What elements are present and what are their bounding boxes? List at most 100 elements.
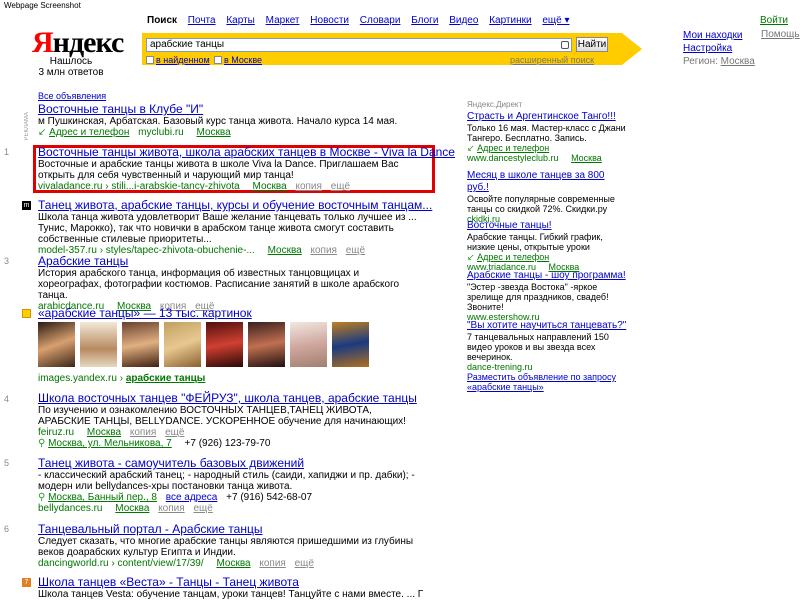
ad-label: РЕКЛАМА bbox=[24, 112, 30, 141]
arrow-icon: ↙ bbox=[38, 127, 47, 138]
result-snippet: Школа танца живота удовлетворит Ваше жел… bbox=[38, 212, 417, 245]
tab-dictionaries[interactable]: Словари bbox=[360, 15, 401, 26]
help-link[interactable]: Помощь bbox=[761, 29, 800, 40]
thumbnail-5[interactable] bbox=[206, 322, 243, 367]
direct-label: Яндекс.Директ bbox=[467, 100, 523, 109]
right-ad-4: Арабские танцы - шоу программа! "Эстер -… bbox=[467, 270, 627, 322]
result-3: Арабские танцы История арабского танца, … bbox=[38, 254, 423, 312]
result-snippet: Восточные и арабские танцы живота в школ… bbox=[38, 159, 399, 181]
my-finds-link[interactable]: Мои находки bbox=[683, 29, 755, 42]
find-button[interactable]: Найти bbox=[576, 37, 608, 52]
results-count: Нашлось 3 млн ответов bbox=[38, 56, 104, 78]
result-snippet: По изучению и ознакомлению ВОСТОЧНЫХ ТАН… bbox=[38, 405, 406, 427]
ad-url-line: ↙ Адрес и телефон myclubi.ru Москва bbox=[38, 127, 231, 138]
ad-text: Арабские танцы. Гибкий график, низкие це… bbox=[467, 232, 603, 252]
result-url-line: vivaladance.ru › stili...i-arabskie-tanc… bbox=[38, 181, 351, 192]
keyboard-icon[interactable] bbox=[561, 41, 569, 49]
map-pin-icon: ⚲ bbox=[38, 492, 46, 503]
result-url-line: feiruz.ru Москва копия ещё bbox=[38, 427, 185, 438]
checkbox-in-found[interactable]: в найденном bbox=[146, 55, 210, 65]
ad-title[interactable]: "Вы хотите научиться танцевать?" bbox=[467, 320, 627, 332]
result-title[interactable]: Арабские танцы bbox=[38, 254, 423, 268]
result-title[interactable]: Школа восточных танцев "ФЕЙРУЗ", школа т… bbox=[38, 391, 423, 405]
ad-title[interactable]: Восточные танцы! bbox=[467, 220, 627, 232]
result-snippet: История арабского танца, информация об и… bbox=[38, 268, 400, 301]
tab-video[interactable]: Видео bbox=[449, 15, 478, 26]
ad-text: Только 16 мая. Мастер-класс с Джани Танг… bbox=[467, 123, 626, 143]
thumbnail-3[interactable] bbox=[122, 322, 159, 367]
yandex-logo[interactable]: Яндекс bbox=[32, 26, 124, 60]
images-favicon bbox=[22, 309, 31, 318]
ad-text: Освойте популярные современные танцы со … bbox=[467, 194, 615, 214]
user-links: Мои находки Настройка Регион: Москва bbox=[683, 29, 755, 68]
image-thumbnails bbox=[38, 322, 369, 367]
all-ads-link[interactable]: Все объявления bbox=[38, 91, 106, 101]
result-url-line: bellydances.ru Москва копия ещё bbox=[38, 503, 213, 514]
tab-market[interactable]: Маркет bbox=[266, 15, 300, 26]
login-link[interactable]: Войти bbox=[760, 15, 788, 26]
tab-search[interactable]: Поиск bbox=[147, 15, 177, 26]
settings-link[interactable]: Настройка bbox=[683, 42, 755, 55]
result-number: 3 bbox=[4, 256, 10, 266]
right-ad-2: Месяц в школе танцев за 800 руб.! Освойт… bbox=[467, 170, 627, 224]
ad-url[interactable]: dance-trening.ru bbox=[467, 362, 627, 372]
advanced-search-link[interactable]: расширенный поиск bbox=[510, 55, 594, 65]
images-url-line: images.yandex.ru › арабские танцы bbox=[38, 373, 206, 384]
result-number: 4 bbox=[4, 394, 10, 404]
result-5: Танец живота - самоучитель базовых движе… bbox=[38, 456, 423, 514]
thumbnail-8[interactable] bbox=[332, 322, 369, 367]
result-snippet: Следует сказать, что многие арабские тан… bbox=[38, 536, 414, 558]
tab-blogs[interactable]: Блоги bbox=[411, 15, 438, 26]
result-url-line: dancingworld.ru › content/view/17/39/ Мо… bbox=[38, 558, 314, 569]
result-title[interactable]: Танцевальный портал - Арабские танцы bbox=[38, 522, 423, 536]
result-contacts: ⚲ Москва, ул. Мельникова, 7 +7 (926) 123… bbox=[38, 438, 271, 449]
ad-result: Восточные танцы в Клубе "И" м Пушкинская… bbox=[38, 102, 423, 138]
region: Регион: Москва bbox=[683, 56, 755, 67]
result-title[interactable]: Танец живота - самоучитель базовых движе… bbox=[38, 456, 423, 470]
result-4: Школа восточных танцев "ФЕЙРУЗ", школа т… bbox=[38, 391, 423, 449]
images-block: «арабские танцы» — 13 тыс. картинок bbox=[38, 306, 423, 320]
result-title[interactable]: Танец живота, арабские танцы, курсы и об… bbox=[38, 198, 432, 212]
search-input[interactable]: арабские танцы bbox=[146, 38, 572, 52]
thumbnail-2[interactable] bbox=[80, 322, 117, 367]
result-contacts: ⚲ Москва, Банный пер., 8 все адреса +7 (… bbox=[38, 492, 313, 503]
result-6: Танцевальный портал - Арабские танцы Сле… bbox=[38, 522, 423, 569]
images-title[interactable]: «арабские танцы» — 13 тыс. картинок bbox=[38, 306, 423, 320]
tab-news[interactable]: Новости bbox=[310, 15, 349, 26]
result-snippet: - классический арабский танец; - народны… bbox=[38, 470, 415, 492]
service-tabs: Поиск Почта Карты Маркет Новости Словари… bbox=[147, 15, 578, 26]
result-snippet: Школа танцев Vesta: обучение танцам, уро… bbox=[38, 589, 423, 600]
tab-mail[interactable]: Почта bbox=[188, 15, 216, 26]
ad-contacts: ↙ Адрес и телефон bbox=[467, 143, 550, 153]
watermark: Webpage Screenshot bbox=[4, 1, 81, 10]
ad-title[interactable]: Восточные танцы в Клубе "И" bbox=[38, 102, 423, 116]
result-1: Восточные танцы живота, школа арабских т… bbox=[38, 145, 455, 192]
thumbnail-4[interactable] bbox=[164, 322, 201, 367]
result-number: 1 bbox=[4, 147, 10, 157]
thumbnail-1[interactable] bbox=[38, 322, 75, 367]
ad-title[interactable]: Месяц в школе танцев за 800 руб.! bbox=[467, 170, 627, 194]
right-ad-1: Страсть и Аргентинское Танго!!! Только 1… bbox=[467, 111, 627, 163]
result-number: 5 bbox=[4, 458, 10, 468]
checkbox-in-moscow[interactable]: в Москве bbox=[214, 55, 262, 65]
place-ad-link[interactable]: Разместить объявление по запросу «арабск… bbox=[467, 372, 627, 392]
thumbnail-7[interactable] bbox=[290, 322, 327, 367]
thumbnail-6[interactable] bbox=[248, 322, 285, 367]
ad-url-line: www.dancestyleclub.ru Москва bbox=[467, 153, 602, 163]
tab-maps[interactable]: Карты bbox=[226, 15, 255, 26]
site-favicon: 7 bbox=[22, 578, 31, 587]
ad-text: 7 танцевальных направлений 150 видео уро… bbox=[467, 332, 609, 362]
ad-text: "Эстер -звезда Востока" -яркое зрелище д… bbox=[467, 282, 609, 312]
ad-title[interactable]: Страсть и Аргентинское Танго!!! bbox=[467, 111, 627, 123]
result-number: 6 bbox=[4, 524, 10, 534]
result-title[interactable]: Школа танцев «Веста» - Танцы - Танец жив… bbox=[38, 575, 423, 589]
map-pin-icon: ⚲ bbox=[38, 438, 46, 449]
tab-more[interactable]: ещё ▾ bbox=[542, 15, 569, 26]
result-title[interactable]: Восточные танцы живота, школа арабских т… bbox=[38, 145, 455, 159]
ad-title[interactable]: Арабские танцы - шоу программа! bbox=[467, 270, 627, 282]
tab-images[interactable]: Картинки bbox=[489, 15, 531, 26]
right-ad-5: "Вы хотите научиться танцевать?" 7 танце… bbox=[467, 320, 627, 372]
result-2: Танец живота, арабские танцы, курсы и об… bbox=[38, 198, 432, 256]
site-favicon: m bbox=[22, 201, 31, 210]
ad-snippet: м Пушкинская, Арбатская. Базовый курс та… bbox=[38, 116, 398, 127]
